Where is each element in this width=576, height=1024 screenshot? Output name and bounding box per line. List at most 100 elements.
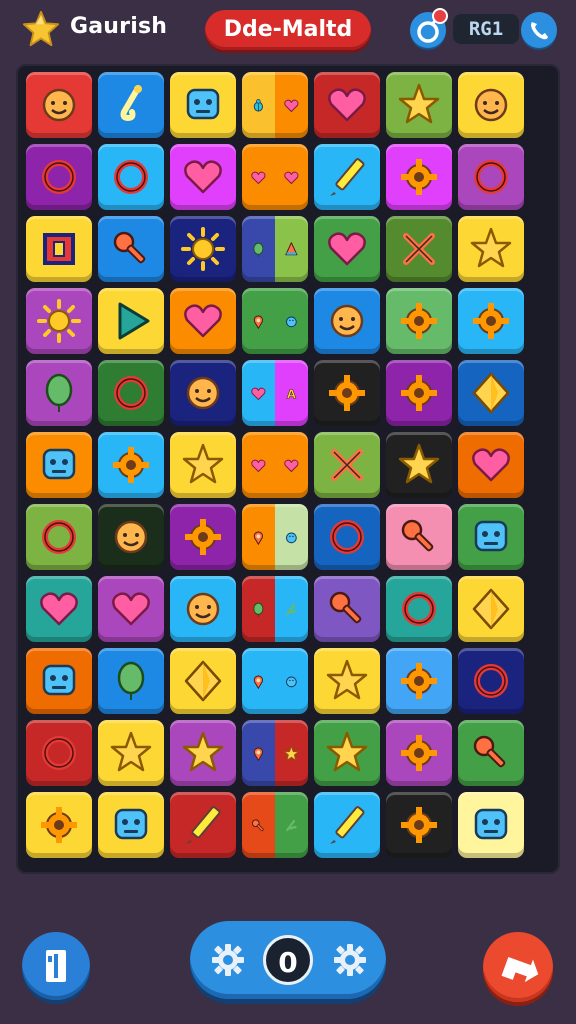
board-tile[interactable]: [242, 576, 308, 642]
board-tile[interactable]: [170, 216, 236, 282]
board-tile[interactable]: [98, 720, 164, 786]
board-tile[interactable]: [26, 288, 92, 354]
board-tile[interactable]: [98, 360, 164, 426]
board-tile[interactable]: [386, 576, 452, 642]
gear-icon: [401, 159, 437, 195]
board-tile[interactable]: [314, 288, 380, 354]
board-tile[interactable]: [314, 432, 380, 498]
face-icon: [330, 304, 364, 338]
bomb-powerup-button[interactable]: [410, 8, 448, 48]
center-action-button[interactable]: 0: [263, 935, 313, 985]
board-tile[interactable]: [386, 216, 452, 282]
face-icon: [186, 592, 220, 626]
board-tile[interactable]: [26, 144, 92, 210]
board-tile[interactable]: [98, 432, 164, 498]
board-tile[interactable]: [314, 576, 380, 642]
board-tile[interactable]: [26, 72, 92, 138]
board-tile[interactable]: [170, 144, 236, 210]
exit-button[interactable]: [22, 932, 90, 1000]
board-tile[interactable]: [314, 792, 380, 858]
board-tile[interactable]: [98, 216, 164, 282]
level-title-badge: Dde-Maltd: [205, 10, 371, 50]
board-tile[interactable]: [314, 720, 380, 786]
board-tile[interactable]: [170, 288, 236, 354]
board-tile[interactable]: [170, 792, 236, 858]
board-tile[interactable]: [242, 792, 308, 858]
board-tile[interactable]: [458, 72, 524, 138]
board-tile[interactable]: [98, 504, 164, 570]
board-tile[interactable]: [170, 720, 236, 786]
board-tile[interactable]: [314, 72, 380, 138]
board-tile[interactable]: [170, 432, 236, 498]
board-tile[interactable]: [26, 576, 92, 642]
board-tile[interactable]: [242, 720, 308, 786]
board-tile[interactable]: [458, 288, 524, 354]
star-icon: [182, 443, 224, 484]
pin-icon: [253, 675, 263, 690]
svg-text:A: A: [287, 387, 297, 401]
board-tile[interactable]: [26, 360, 92, 426]
hint-button[interactable]: [483, 932, 553, 1002]
board-tile[interactable]: [26, 648, 92, 714]
board-tile[interactable]: [458, 432, 524, 498]
board-tile[interactable]: A: [242, 360, 308, 426]
board-tile[interactable]: [458, 216, 524, 282]
board-tile[interactable]: [98, 288, 164, 354]
balloon-icon: [45, 373, 73, 412]
board-tile[interactable]: [26, 504, 92, 570]
board-tile[interactable]: [170, 576, 236, 642]
board-tile[interactable]: [314, 648, 380, 714]
options-gear-icon[interactable]: [328, 938, 372, 982]
board-tile[interactable]: [386, 288, 452, 354]
board-tile[interactable]: [458, 792, 524, 858]
board-tile[interactable]: [170, 504, 236, 570]
bug-icon: [253, 99, 263, 112]
board-tile[interactable]: [386, 792, 452, 858]
board-tile[interactable]: [386, 504, 452, 570]
board-tile[interactable]: [242, 648, 308, 714]
board-tile[interactable]: [26, 216, 92, 282]
board-tile[interactable]: [458, 576, 524, 642]
board-tile[interactable]: [242, 144, 308, 210]
board-tile[interactable]: [386, 360, 452, 426]
board-tile[interactable]: [458, 360, 524, 426]
board-tile[interactable]: [170, 72, 236, 138]
board-tile[interactable]: [98, 648, 164, 714]
board-tile[interactable]: [98, 72, 164, 138]
settings-gear-icon[interactable]: [206, 938, 250, 982]
board-tile[interactable]: [98, 144, 164, 210]
board-tile[interactable]: [386, 144, 452, 210]
key-icon: [113, 231, 146, 264]
ring-icon: [42, 520, 76, 554]
board-tile[interactable]: [314, 360, 380, 426]
board-tile[interactable]: [314, 504, 380, 570]
ring-icon: [402, 592, 436, 626]
board-tile[interactable]: [242, 504, 308, 570]
call-button[interactable]: [521, 12, 557, 48]
board-tile[interactable]: [386, 648, 452, 714]
board-tile[interactable]: [242, 432, 308, 498]
board-tile[interactable]: [242, 216, 308, 282]
board-tile[interactable]: [458, 504, 524, 570]
board-tile[interactable]: [314, 144, 380, 210]
board-tile[interactable]: [386, 432, 452, 498]
board-tile[interactable]: [314, 216, 380, 282]
key-icon: [329, 591, 362, 624]
board-tile[interactable]: [386, 72, 452, 138]
ring-icon: [42, 736, 76, 770]
board-tile[interactable]: [26, 432, 92, 498]
board-tile[interactable]: [26, 720, 92, 786]
heart-icon: [184, 160, 222, 194]
board-tile[interactable]: [458, 648, 524, 714]
board-tile[interactable]: [26, 792, 92, 858]
board-tile[interactable]: [170, 648, 236, 714]
board-tile[interactable]: [98, 792, 164, 858]
board-tile[interactable]: [242, 72, 308, 138]
board-tile[interactable]: [458, 144, 524, 210]
board-tile[interactable]: [170, 360, 236, 426]
board-tile[interactable]: [242, 288, 308, 354]
board-tile[interactable]: [386, 720, 452, 786]
sun-icon: [181, 227, 225, 271]
board-tile[interactable]: [458, 720, 524, 786]
board-tile[interactable]: [98, 576, 164, 642]
